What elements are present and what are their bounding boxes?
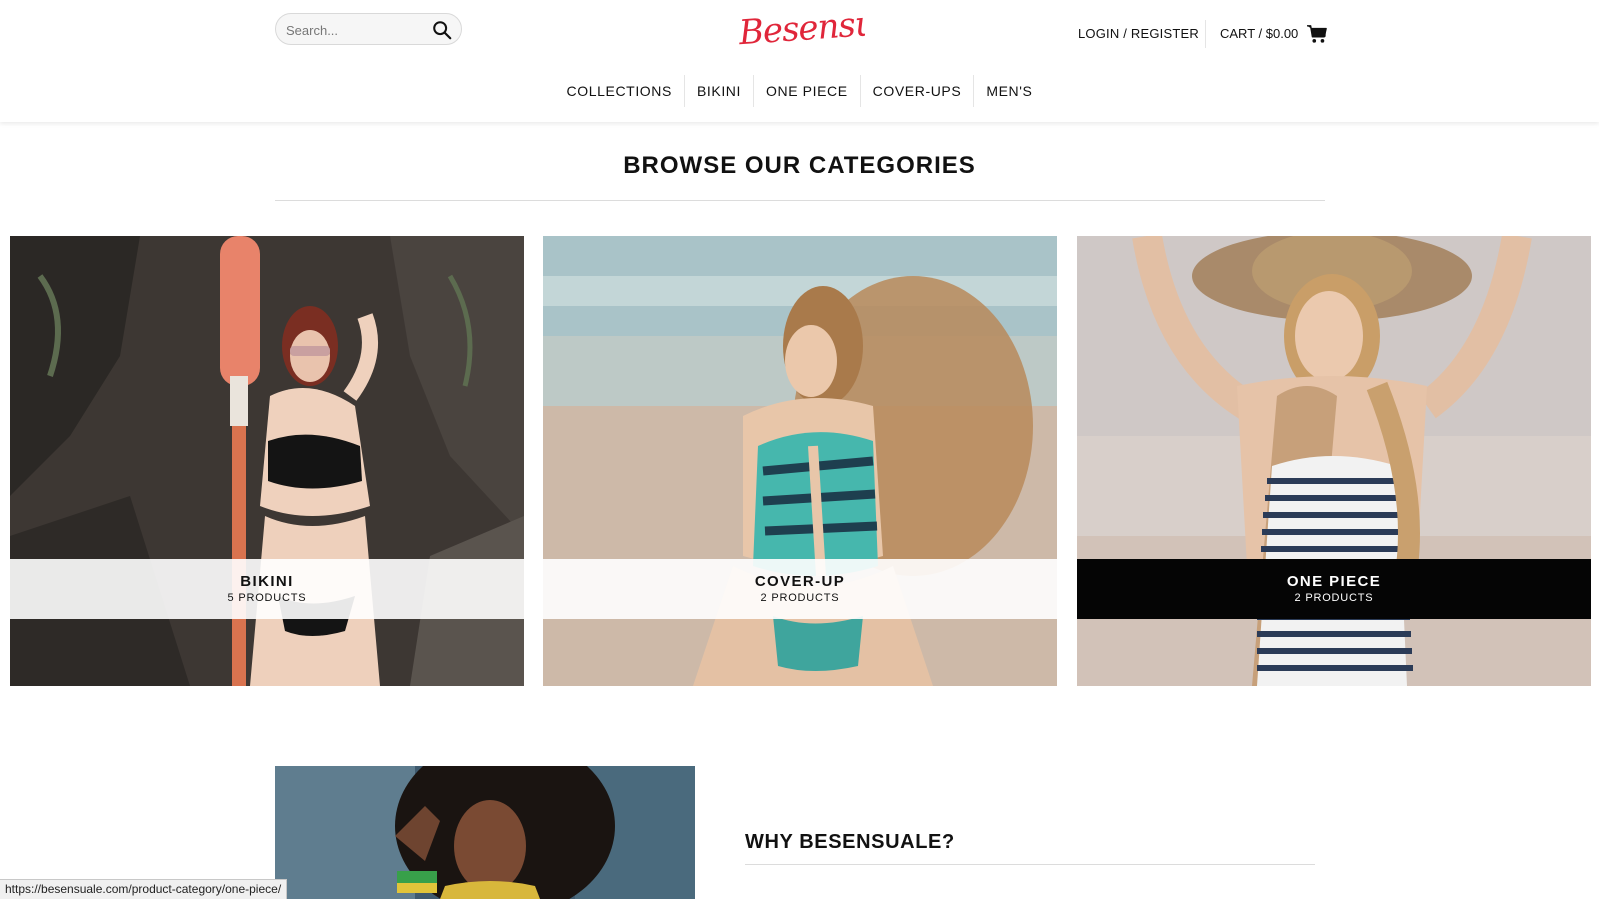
brand-logo[interactable]: Besensuale xyxy=(735,2,865,58)
categories-heading: BROWSE OUR CATEGORIES xyxy=(623,152,976,179)
category-name: ONE PIECE xyxy=(1286,573,1382,590)
search-input[interactable] xyxy=(286,20,426,40)
search-icon[interactable] xyxy=(431,19,453,41)
nav-one-piece[interactable]: ONE PIECE xyxy=(754,75,861,107)
nav-cover-ups[interactable]: COVER-UPS xyxy=(861,75,975,107)
nav-collections[interactable]: COLLECTIONS xyxy=(555,75,685,107)
why-divider xyxy=(745,864,1315,865)
category-card-bikini[interactable]: BIKINI 5 PRODUCTS xyxy=(10,236,524,686)
main-nav: COLLECTIONS BIKINI ONE PIECE COVER-UPS M… xyxy=(0,75,1599,107)
category-label-bikini: BIKINI 5 PRODUCTS xyxy=(10,559,524,619)
model-photo xyxy=(275,766,695,899)
category-label-one-piece: ONE PIECE 2 PRODUCTS xyxy=(1077,559,1591,619)
svg-text:Besensuale: Besensuale xyxy=(737,2,865,53)
cart-icon[interactable] xyxy=(1306,24,1328,44)
category-card-one-piece[interactable]: ONE PIECE 2 PRODUCTS xyxy=(1077,236,1591,686)
search-box xyxy=(275,13,462,45)
category-count: 5 PRODUCTS xyxy=(227,592,307,604)
category-count: 2 PRODUCTS xyxy=(1294,592,1374,604)
category-count: 2 PRODUCTS xyxy=(760,592,840,604)
why-besensuale-heading: WHY BESENSUALE? xyxy=(745,831,955,853)
login-register-link[interactable]: LOGIN / REGISTER xyxy=(1078,26,1199,41)
browser-status-bar: https://besensuale.com/product-category/… xyxy=(0,879,288,899)
site-header: Besensuale LOGIN / REGISTER CART / $0.00… xyxy=(0,0,1599,122)
heading-divider xyxy=(275,200,1325,201)
category-name: BIKINI xyxy=(240,573,294,590)
category-label-cover-up: COVER-UP 2 PRODUCTS xyxy=(543,559,1057,619)
header-divider xyxy=(1205,20,1206,48)
nav-mens[interactable]: MEN'S xyxy=(974,75,1044,107)
category-card-cover-up[interactable]: COVER-UP 2 PRODUCTS xyxy=(543,236,1057,686)
category-name: COVER-UP xyxy=(754,573,846,590)
cart-link[interactable]: CART / $0.00 xyxy=(1220,26,1298,41)
nav-bikini[interactable]: BIKINI xyxy=(685,75,755,107)
why-besensuale-photo xyxy=(275,766,695,899)
